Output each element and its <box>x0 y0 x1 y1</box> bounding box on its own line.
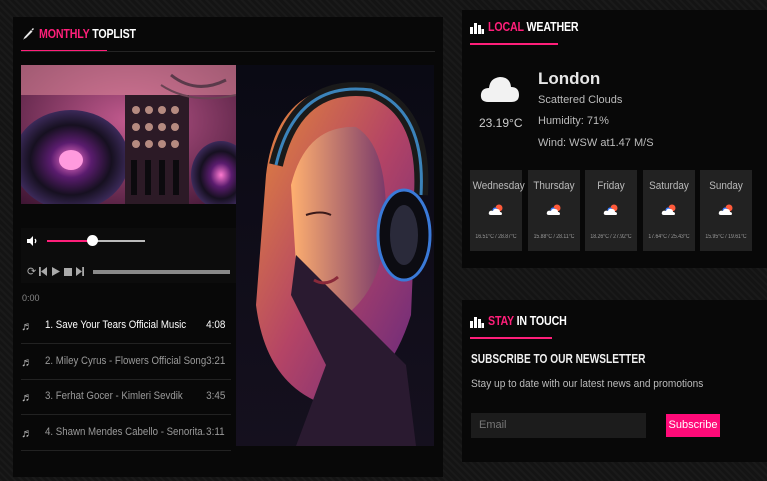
volume-icon[interactable] <box>26 235 38 247</box>
girl-headphones-image <box>236 65 434 446</box>
forecast-temp-range: 17.64°C / 25.43°C <box>647 234 690 240</box>
music-note-icon: ♬ <box>21 390 33 404</box>
audio-player: ⟳ <box>21 228 236 283</box>
track-duration: 3:11 <box>206 425 225 438</box>
forecast-day-name: Sunday <box>709 180 743 192</box>
forecast-temp-range: 15.88°C / 28.11°C <box>533 234 574 240</box>
dj-mixer-image <box>21 65 236 204</box>
partly-cloudy-icon <box>546 204 560 215</box>
forecast-temp-range: 15.95°C / 19.61°C <box>705 234 747 240</box>
forecast-temp-range: 16.51°C / 28.87°C <box>475 234 517 240</box>
repeat-icon[interactable]: ⟳ <box>27 265 36 278</box>
track-duration: 3:45 <box>205 390 225 402</box>
forecast-day-name: Thursday <box>532 180 575 192</box>
volume-handle[interactable] <box>87 235 98 246</box>
track-title: 3. Ferhat Gocer - Kimleri Sevdik <box>45 390 183 402</box>
track-duration: 4:08 <box>205 319 225 331</box>
email-field[interactable]: Email <box>471 413 646 438</box>
track-title: 2. Miley Cyrus - Flowers Official Song <box>45 354 207 367</box>
stop-icon[interactable] <box>64 268 72 276</box>
track-row[interactable]: ♬ 2. Miley Cyrus - Flowers Official Song 3… <box>21 344 231 380</box>
forecast-temp-range: 18.26°C / 27.92°C <box>590 234 632 240</box>
newsletter-header: STAY IN TOUCH <box>470 304 759 339</box>
wind: Wind: WSW at1.47 M/S <box>538 137 654 149</box>
music-note-icon: ♬ <box>21 354 33 369</box>
pen-icon <box>23 28 34 40</box>
newsletter-text: Stay up to date with our latest news and… <box>471 378 704 390</box>
weather-condition: Scattered Clouds <box>538 94 623 106</box>
forecast-day-name: Wednesday <box>472 180 525 192</box>
humidity: Humidity: 71% <box>538 115 609 127</box>
toplist-header: MONTHLY TOPLIST <box>21 17 435 52</box>
current-time: 0:00 <box>22 293 40 303</box>
subscribe-button[interactable]: Subscribe <box>666 414 720 437</box>
weather-title: LOCAL WEATHER <box>488 19 579 34</box>
temperature: 23.19°C <box>479 116 523 130</box>
music-note-icon: ♬ <box>21 319 33 333</box>
track-duration: 3:21 <box>205 354 225 367</box>
music-note-icon: ♬ <box>21 425 33 440</box>
email-placeholder: Email <box>479 419 507 431</box>
forecast-day: Wednesday 16.51°C / 28.87°C <box>470 170 525 251</box>
track-row[interactable]: ♬ 1. Save Your Tears Official Music 4:08 <box>21 308 231 344</box>
forecast-day: Friday 18.26°C / 27.92°C <box>585 170 637 251</box>
partly-cloudy-icon <box>488 204 503 215</box>
next-icon[interactable] <box>76 267 84 276</box>
track-row[interactable]: ♬ 4. Shawn Mendes Cabello - Senorita. 3:11 <box>21 415 231 451</box>
forecast-day: Thursday 15.88°C / 28.11°C <box>527 170 580 251</box>
forecast-day-name: Saturday <box>648 180 689 192</box>
weather-header: LOCAL WEATHER <box>470 10 759 45</box>
cloud-icon <box>480 77 519 102</box>
partly-cloudy-icon <box>718 204 733 215</box>
partly-cloudy-icon <box>661 204 675 215</box>
track-title: 1. Save Your Tears Official Music <box>45 319 187 331</box>
volume-slider[interactable] <box>47 235 145 246</box>
newsletter-heading: SUBSCRIBE TO OUR NEWSLETTER <box>471 351 646 366</box>
newsletter-title: STAY IN TOUCH <box>488 313 567 328</box>
partly-cloudy-icon <box>603 204 618 215</box>
forecast-day-name: Friday <box>597 180 625 192</box>
forecast-day: Sunday 15.95°C / 19.61°C <box>700 170 752 251</box>
city-icon <box>470 23 484 34</box>
city-icon <box>470 317 484 328</box>
forecast-day: Saturday 17.64°C / 25.43°C <box>642 170 695 251</box>
prev-icon[interactable] <box>39 267 47 276</box>
city-name: London <box>538 69 601 88</box>
track-title: 4. Shawn Mendes Cabello - Senorita. <box>45 425 206 438</box>
progress-bar[interactable] <box>93 270 230 274</box>
track-row[interactable]: ♬ 3. Ferhat Gocer - Kimleri Sevdik 3:45 <box>21 379 231 415</box>
play-icon[interactable] <box>52 267 60 276</box>
toplist-title: MONTHLY TOPLIST <box>39 26 136 41</box>
